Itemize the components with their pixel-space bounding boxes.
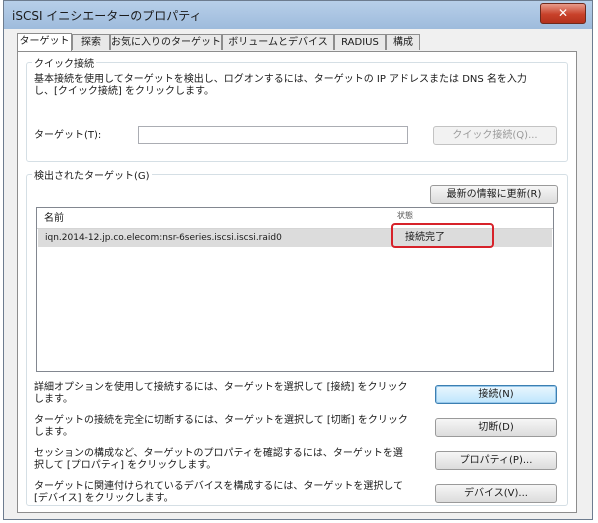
close-button[interactable]: ✕	[540, 3, 586, 24]
tab-discovery[interactable]: 探索	[72, 34, 110, 50]
tab-configuration[interactable]: 構成	[386, 34, 420, 50]
devices-description: ターゲットに関連付けられているデバイスを構成するには、ターゲットを選択して [デ…	[34, 481, 404, 504]
window-title: iSCSI イニシエーターのプロパティ	[12, 9, 202, 23]
disconnect-button[interactable]: 切断(D)	[435, 418, 557, 437]
quick-connect-description-line2: し、[クイック接続] をクリックします。	[34, 86, 214, 97]
connect-button[interactable]: 接続(N)	[435, 385, 557, 404]
devices-button[interactable]: デバイス(V)...	[435, 484, 557, 503]
column-name-header[interactable]: 名前	[44, 213, 64, 225]
targets-tab-panel: クイック接続 基本接続を使用してターゲットを検出し、ログオンするには、ターゲット…	[17, 51, 577, 513]
discovered-targets-group-title: 検出されたターゲット(G)	[32, 167, 152, 182]
iscsi-properties-window: iSCSI イニシエーターのプロパティ ✕ ターゲット 探索 お気に入りのターゲ…	[3, 0, 593, 520]
tab-favorite-targets[interactable]: お気に入りのターゲット	[110, 34, 222, 50]
properties-description: セッションの構成など、ターゲットのプロパティを確認するには、ターゲットを選択して…	[34, 448, 403, 471]
title-bar[interactable]: iSCSI イニシエーターのプロパティ ✕	[4, 1, 592, 29]
properties-button[interactable]: プロパティ(P)...	[435, 451, 557, 470]
status-highlight-frame	[391, 223, 494, 248]
tab-targets[interactable]: ターゲット	[17, 33, 72, 52]
target-input[interactable]	[138, 126, 408, 144]
quick-connect-description-line1: 基本接続を使用してターゲットを検出し、ログオンするには、ターゲットの IP アド…	[34, 74, 527, 85]
target-label: ターゲット(T):	[34, 130, 102, 141]
column-status-header[interactable]: 状態	[397, 210, 413, 222]
tab-radius[interactable]: RADIUS	[334, 34, 386, 50]
target-name-cell: iqn.2014-12.jp.co.elecom:nsr-6series.isc…	[45, 233, 282, 243]
quick-connect-button[interactable]: クイック接続(Q)...	[433, 126, 557, 145]
tab-volumes-devices[interactable]: ボリュームとデバイス	[222, 34, 334, 50]
quick-connect-group-title: クイック接続	[32, 55, 96, 70]
disconnect-description: ターゲットの接続を完全に切断するには、ターゲットを選択して [切断] をクリック…	[34, 415, 408, 438]
connect-description: 詳細オプションを使用して接続するには、ターゲットを選択して [接続] をクリック…	[34, 382, 408, 405]
refresh-button[interactable]: 最新の情報に更新(R)	[430, 185, 558, 204]
